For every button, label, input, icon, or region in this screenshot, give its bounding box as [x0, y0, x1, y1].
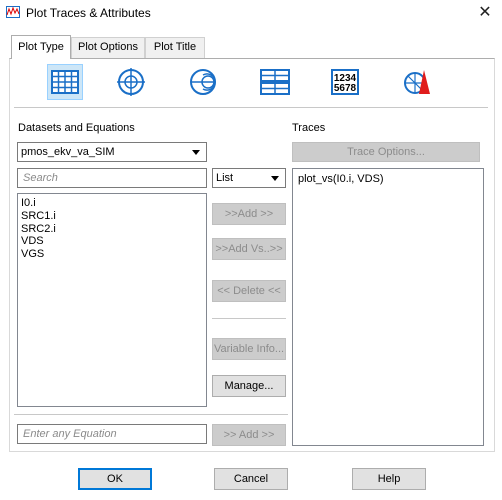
- split-grid-icon[interactable]: [257, 64, 293, 100]
- traces-list[interactable]: plot_vs(I0.i, VDS): [292, 168, 484, 446]
- ok-button[interactable]: OK: [78, 468, 152, 490]
- equation-placeholder: Enter any Equation: [23, 428, 117, 440]
- chevron-down-icon: [271, 176, 279, 181]
- list-item[interactable]: I0.i: [18, 197, 206, 210]
- middle-separator: [212, 318, 286, 319]
- add-vs-button[interactable]: >>Add Vs..>>: [212, 238, 286, 260]
- radar-marker-icon[interactable]: [399, 64, 435, 100]
- cancel-button[interactable]: Cancel: [214, 468, 288, 490]
- close-button[interactable]: ✕: [472, 2, 498, 24]
- dataset-variable-list[interactable]: I0.i SRC1.i SRC2.i VDS VGS: [17, 193, 207, 407]
- delete-button[interactable]: << Delete <<: [212, 280, 286, 302]
- help-button[interactable]: Help: [352, 468, 426, 490]
- smith-chart-icon[interactable]: [185, 64, 221, 100]
- window-title: Plot Traces & Attributes: [26, 6, 151, 20]
- dataset-combo[interactable]: pmos_ekv_va_SIM: [17, 142, 207, 162]
- variable-info-button[interactable]: Variable Info...: [212, 338, 286, 360]
- search-input[interactable]: Search: [17, 168, 207, 188]
- tab-plot-options[interactable]: Plot Options: [71, 37, 145, 58]
- traces-heading: Traces: [292, 122, 326, 134]
- tab-plot-title[interactable]: Plot Title: [145, 37, 205, 58]
- numeric-table-icon[interactable]: 1234 5678: [327, 64, 363, 100]
- list-item[interactable]: VGS: [18, 248, 206, 261]
- chevron-down-icon: [192, 150, 200, 155]
- equation-input[interactable]: Enter any Equation: [17, 424, 207, 444]
- numeric-table-text-bottom: 5678: [334, 83, 357, 94]
- search-placeholder: Search: [23, 172, 58, 184]
- polar-plot-icon[interactable]: [113, 64, 149, 100]
- tab-plot-type[interactable]: Plot Type: [11, 35, 71, 59]
- list-item[interactable]: VDS: [18, 235, 206, 248]
- trace-options-button[interactable]: Trace Options...: [292, 142, 480, 162]
- app-icon: [6, 6, 20, 18]
- filter-selected: List: [216, 172, 234, 184]
- list-item[interactable]: SRC1.i: [18, 210, 206, 223]
- manage-button[interactable]: Manage...: [212, 375, 286, 397]
- equation-add-button[interactable]: >> Add >>: [212, 424, 286, 446]
- datasets-heading: Datasets and Equations: [18, 122, 135, 134]
- equation-separator: [14, 414, 288, 415]
- dataset-selected: pmos_ekv_va_SIM: [21, 146, 115, 158]
- list-item[interactable]: SRC2.i: [18, 223, 206, 236]
- add-button[interactable]: >>Add >>: [212, 203, 286, 225]
- icon-row-separator: [14, 107, 488, 108]
- trace-item[interactable]: plot_vs(I0.i, VDS): [293, 173, 483, 186]
- filter-combo[interactable]: List: [212, 168, 286, 188]
- grid-plot-icon[interactable]: [47, 64, 83, 100]
